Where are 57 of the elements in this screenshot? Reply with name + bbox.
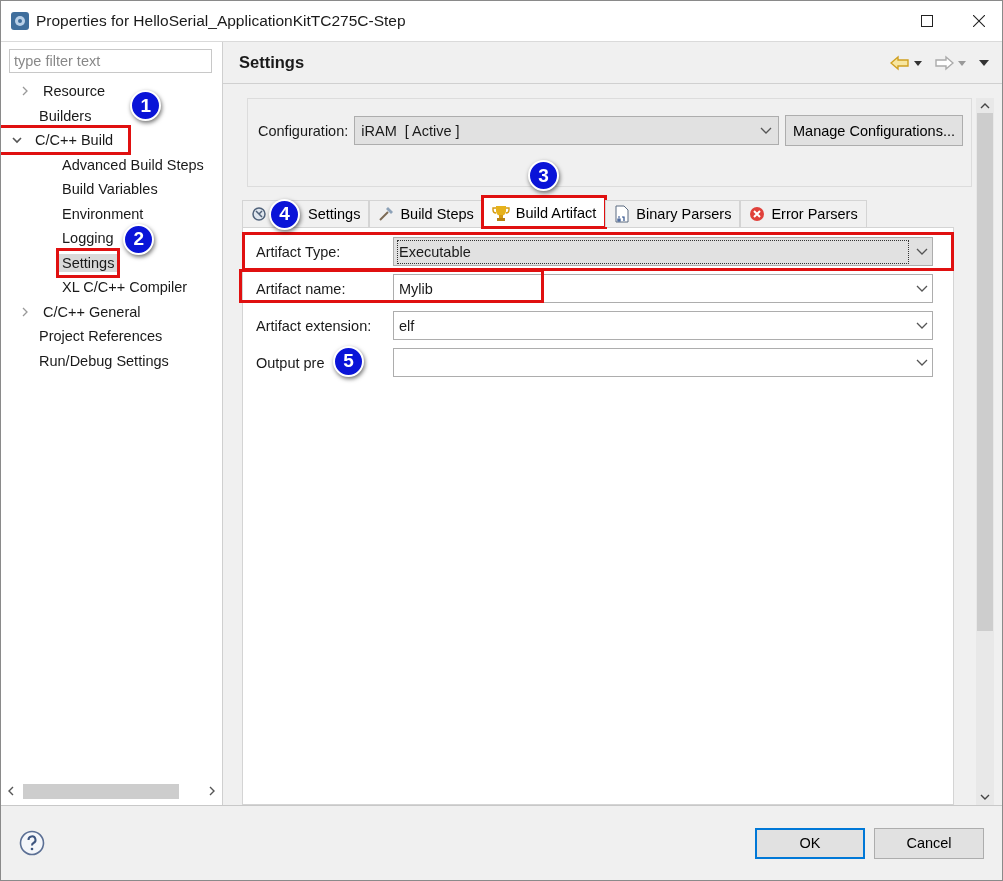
error-icon bbox=[749, 206, 766, 222]
configuration-dropdown[interactable]: iRAM [ Active ] bbox=[354, 116, 779, 145]
configuration-label: Configuration: bbox=[258, 122, 349, 139]
tree-item[interactable]: C/C++ General bbox=[40, 302, 144, 321]
view-menu-icon[interactable] bbox=[978, 58, 990, 67]
tab[interactable]: Error Parsers bbox=[740, 200, 867, 227]
scroll-right-icon[interactable] bbox=[208, 786, 216, 796]
app-icon bbox=[10, 11, 30, 31]
chevron-down-icon[interactable] bbox=[916, 321, 928, 330]
tab[interactable]: Binary Parsers bbox=[605, 200, 741, 227]
binary-file-icon bbox=[614, 205, 631, 223]
tree-item[interactable]: Settings bbox=[59, 253, 118, 272]
combo-field[interactable]: elf bbox=[393, 311, 933, 340]
maximize-icon[interactable] bbox=[921, 15, 933, 27]
hammer-icon bbox=[378, 206, 395, 222]
gear-icon bbox=[251, 206, 267, 222]
callout-badge: 1 bbox=[130, 90, 162, 121]
tab[interactable]: Build Steps bbox=[369, 200, 483, 227]
field-label: Artifact extension: bbox=[255, 317, 373, 334]
callout-badge: 5 bbox=[333, 345, 364, 377]
tree-item[interactable]: Project References bbox=[36, 327, 166, 346]
tree-item[interactable]: Run/Debug Settings bbox=[36, 351, 172, 370]
vertical-scrollbar[interactable] bbox=[976, 98, 994, 805]
tree-item[interactable]: C/C++ Build bbox=[32, 131, 117, 150]
tree-item[interactable]: Resource bbox=[40, 82, 109, 101]
tree-item[interactable]: Build Variables bbox=[59, 180, 161, 199]
field-label: Artifact name: bbox=[255, 280, 347, 297]
chevron-down-icon[interactable] bbox=[916, 247, 928, 256]
callout-badge: 4 bbox=[269, 198, 300, 230]
dialog-button[interactable]: OK bbox=[755, 827, 865, 859]
callout-badge: 3 bbox=[528, 160, 560, 191]
page-title: Settings bbox=[239, 53, 306, 72]
callout-badge: 2 bbox=[123, 223, 155, 255]
dialog-button[interactable]: Cancel bbox=[874, 827, 984, 859]
tab[interactable]: 4 Settings bbox=[242, 200, 370, 227]
scroll-left-icon[interactable] bbox=[7, 786, 15, 796]
combo-field[interactable]: Mylib bbox=[393, 274, 933, 303]
dropdown-icon[interactable] bbox=[913, 58, 923, 67]
tree-item[interactable]: Builders bbox=[36, 106, 95, 125]
filter-field[interactable]: type filter text bbox=[9, 49, 212, 73]
chevron-down-icon[interactable] bbox=[760, 126, 772, 135]
trophy-icon bbox=[491, 203, 510, 222]
chevron-down-icon[interactable] bbox=[916, 284, 928, 293]
scroll-down-icon[interactable] bbox=[980, 793, 990, 801]
field-label: Artifact Type: bbox=[255, 243, 342, 260]
combo-field[interactable] bbox=[393, 348, 933, 377]
window-title: Properties for HelloSerial_ApplicationKitTC275C-Step bbox=[36, 12, 407, 30]
tree-item[interactable]: Logging bbox=[59, 229, 117, 248]
chevron-down-icon[interactable] bbox=[916, 358, 928, 367]
tree-item[interactable]: XL C/C++ Compiler bbox=[59, 278, 191, 297]
tree-item[interactable]: Environment bbox=[59, 204, 147, 223]
close-icon[interactable] bbox=[973, 15, 985, 27]
manage-configurations-button[interactable]: Manage Configurations... bbox=[785, 115, 963, 146]
help-icon[interactable] bbox=[19, 830, 45, 856]
type-dropdown[interactable]: Executable bbox=[393, 237, 933, 266]
tree-item[interactable]: Advanced Build Steps bbox=[59, 155, 207, 174]
scroll-up-icon[interactable] bbox=[980, 102, 990, 110]
